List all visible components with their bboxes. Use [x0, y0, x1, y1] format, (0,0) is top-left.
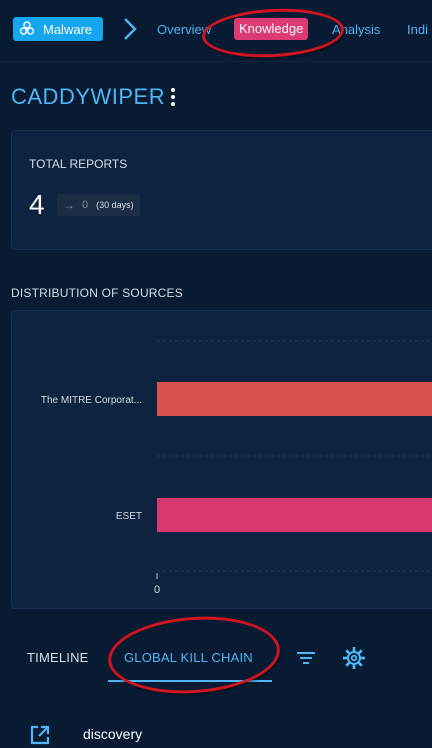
tab-timeline[interactable]: TIMELINE [27, 650, 89, 665]
reports-delta-badge: → 0 (30 days) [57, 194, 140, 216]
chart-bar [157, 498, 432, 532]
reports-delta-period: (30 days) [96, 200, 134, 210]
tab-overview[interactable]: Overview [157, 22, 211, 37]
tab-knowledge[interactable]: Knowledge [234, 18, 309, 40]
sources-chart-card: The MITRE Corporat... ESET 0 [11, 310, 432, 609]
kill-chain-phase-label: discovery [83, 726, 143, 742]
chevron-right-icon [124, 18, 137, 40]
top-navigation: Malware Overview Knowledge Analysis Indi [0, 0, 432, 62]
filter-list-icon[interactable] [296, 649, 316, 667]
tab-global-kill-chain[interactable]: GLOBAL KILL CHAIN [124, 650, 253, 665]
page-title: CADDYWIPER [11, 84, 166, 109]
biohazard-icon [19, 21, 35, 35]
tab-indicators[interactable]: Indi [407, 22, 428, 37]
chart-category-label: ESET [116, 511, 142, 522]
active-tab-indicator [108, 680, 272, 682]
arrow-right-icon: → [63, 198, 75, 212]
total-reports-card: TOTAL REPORTS 4 → 0 (30 days) [11, 130, 432, 250]
entity-type-chip[interactable]: Malware [13, 17, 103, 41]
distribution-label: DISTRIBUTION OF SOURCES [11, 286, 183, 300]
reports-delta-value: 0 [82, 199, 89, 211]
total-reports-value: 4 [29, 189, 45, 220]
chart-x-tick-label: 0 [154, 584, 160, 596]
total-reports-label: TOTAL REPORTS [29, 157, 128, 171]
open-in-new-icon[interactable] [30, 725, 50, 745]
chart-category-label: The MITRE Corporat... [41, 395, 142, 406]
more-vertical-icon[interactable] [168, 86, 178, 108]
sources-bar-chart: The MITRE Corporat... ESET 0 [41, 340, 432, 596]
tab-analysis[interactable]: Analysis [332, 22, 380, 37]
chart-bar [157, 382, 432, 416]
entity-type-label: Malware [43, 21, 93, 37]
settings-gear-icon[interactable] [343, 647, 365, 669]
